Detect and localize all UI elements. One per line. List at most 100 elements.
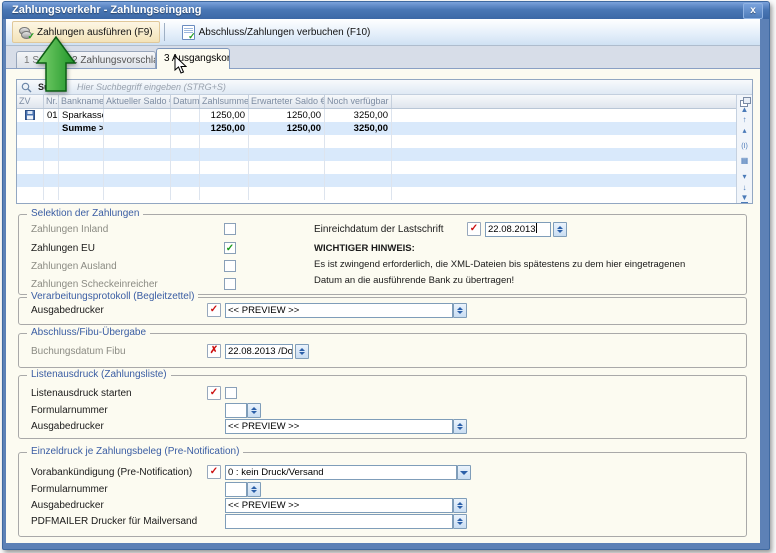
col-erwarteter-saldo[interactable]: Erwarteter Saldo € — [249, 95, 325, 108]
label-formularnummer-2: Formularnummer — [31, 484, 108, 495]
close-button[interactable]: x — [743, 3, 763, 19]
title-bar[interactable]: Zahlungsverkehr - Zahlungseingang x — [3, 2, 769, 19]
formularnummer-1-spinner[interactable] — [247, 403, 261, 418]
current-row-icon[interactable]: (I) — [741, 141, 748, 152]
row-up-icon[interactable]: ▴ — [742, 125, 746, 136]
cell-nr: 01 — [44, 109, 59, 122]
label-ausgabedrucker-3: Ausgabedrucker — [31, 500, 104, 511]
ausgabedrucker-1-spinner[interactable] — [453, 303, 467, 318]
table-sum-row[interactable]: Summe > 1250,00 1250,00 3250,00 — [17, 122, 736, 135]
label-vorabankuendigung: Vorabankündigung (Pre-Notification) — [31, 467, 192, 478]
checkbox-zahlungen-inland[interactable] — [224, 223, 236, 235]
empty-row[interactable] — [17, 148, 736, 161]
mouse-cursor — [174, 55, 187, 74]
col-datum[interactable]: Datum — [171, 95, 200, 108]
label-zahlungen-ausland: Zahlungen Ausland — [31, 261, 117, 272]
ausgabedrucker-1-toggle-icon[interactable]: ✓ — [207, 303, 221, 317]
book-payments-label: Abschluss/Zahlungen verbuchen (F10) — [199, 27, 371, 38]
cell-summe-erwarteter: 1250,00 — [249, 122, 325, 135]
table-header-row: ZV Nr. Bankname Aktueller Saldo € Datum … — [17, 95, 736, 109]
column-chooser-icon[interactable] — [740, 97, 750, 102]
label-zahlungen-eu: Zahlungen EU — [31, 243, 95, 254]
document-check-icon: ✓ — [182, 25, 195, 40]
listenausdruck-toggle-icon[interactable]: ✓ — [207, 386, 221, 400]
col-nr[interactable]: Nr. — [44, 95, 59, 108]
cell-aktueller-saldo — [104, 109, 171, 122]
ausgabedrucker-2-dropdown[interactable]: << PREVIEW >> — [225, 419, 453, 434]
group-listenausdruck-legend: Listenausdruck (Zahlungsliste) — [27, 369, 171, 380]
listenausdruck-checkbox[interactable] — [225, 387, 237, 399]
einreichdatum-toggle-icon[interactable]: ✓ — [467, 222, 481, 236]
formularnummer-2-field[interactable] — [225, 482, 247, 497]
vorabankuendigung-toggle-icon[interactable]: ✓ — [207, 465, 221, 479]
screenshot-canvas: { "window": { "title": "Zahlungsverkehr … — [0, 0, 776, 553]
cell-bankname: Sparkasse — [59, 109, 104, 122]
empty-row[interactable] — [17, 174, 736, 187]
group-listenausdruck: Listenausdruck (Zahlungsliste) Listenaus… — [18, 375, 747, 439]
cell-erwarteter-saldo: 1250,00 — [249, 109, 325, 122]
empty-row[interactable] — [17, 161, 736, 174]
buchungsdatum-toggle-icon[interactable]: ✗ — [207, 344, 221, 358]
group-selektion: Selektion der Zahlungen Zahlungen Inland… — [18, 214, 747, 295]
pdfmailer-spinner[interactable] — [453, 514, 467, 529]
formularnummer-2-spinner[interactable] — [247, 482, 261, 497]
table-search-bar[interactable]: Suche Hier Suchbegriff eingeben (STRG+S) — [17, 80, 752, 95]
vorabankuendigung-dropdown[interactable]: 0 : kein Druck/Versand — [225, 465, 457, 480]
checkbox-zahlungen-ausland[interactable] — [224, 260, 236, 272]
checkbox-zahlungen-scheckeinreicher[interactable] — [224, 278, 236, 290]
checkbox-zahlungen-eu[interactable]: ✓ — [224, 242, 236, 254]
hinweis-line2: Datum an die ausführende Bank zu übertra… — [314, 275, 514, 286]
formularnummer-1-field[interactable] — [225, 403, 247, 418]
summary-icon[interactable]: ▦ — [741, 155, 749, 166]
tab-strip: 1 Selektion 2 Zahlungsvorschlag 3 Ausgan… — [6, 46, 760, 69]
group-verarbeitungsprotokoll-legend: Verarbeitungsprotokoll (Begleitzettel) — [27, 291, 198, 302]
vorabankuendigung-dropdown-button[interactable] — [457, 465, 471, 480]
tab-ausgangskorb[interactable]: 3 Ausgangskorb — [156, 48, 230, 69]
hinweis-line1: Es ist zwingend erforderlich, die XML-Da… — [314, 259, 685, 270]
cell-summe-label: Summe > — [59, 122, 104, 135]
label-pdfmailer: PDFMAILER Drucker für Mailversand — [31, 516, 197, 527]
einreichdatum-field[interactable]: 22.08.2013 — [485, 222, 551, 237]
search-icon — [21, 82, 32, 93]
label-formularnummer-1: Formularnummer — [31, 405, 108, 416]
col-zv[interactable]: ZV — [17, 95, 44, 108]
green-arrow-overlay — [34, 34, 80, 94]
col-zahlsumme[interactable]: Zahlsumme € — [200, 95, 249, 108]
buchungsdatum-field[interactable]: 22.08.2013 /Do — [225, 344, 293, 359]
ausgabedrucker-1-dropdown[interactable]: << PREVIEW >> — [225, 303, 453, 318]
app-window: Zahlungsverkehr - Zahlungseingang x ✓ Za… — [2, 1, 770, 550]
toolbar-separator — [164, 23, 165, 41]
group-abschluss-legend: Abschluss/Fibu-Übergabe — [27, 327, 150, 338]
empty-row[interactable] — [17, 187, 736, 200]
table-nav-strip: ▲ ↑ ▴ (I) ▦ ▾ ↓ ▼ — [736, 95, 752, 203]
empty-row[interactable] — [17, 135, 736, 148]
ausgabedrucker-3-dropdown[interactable]: << PREVIEW >> — [225, 498, 453, 513]
label-einreichdatum: Einreichdatum der Lastschrift — [314, 224, 444, 235]
group-abschluss: Abschluss/Fibu-Übergabe Buchungsdatum Fi… — [18, 333, 747, 368]
col-bankname[interactable]: Bankname — [59, 95, 104, 108]
save-icon — [25, 110, 35, 120]
col-noch-verfuegbar[interactable]: Noch verfügbar € — [325, 95, 392, 108]
group-verarbeitungsprotokoll: Verarbeitungsprotokoll (Begleitzettel) A… — [18, 297, 747, 325]
bank-table: Suche Hier Suchbegriff eingeben (STRG+S)… — [16, 79, 753, 204]
group-selektion-legend: Selektion der Zahlungen — [27, 208, 143, 219]
cell-summe-zahlsumme: 1250,00 — [200, 122, 249, 135]
text-caret — [536, 223, 537, 233]
cell-noch-verfuegbar: 3250,00 — [325, 109, 392, 122]
ausgabedrucker-3-spinner[interactable] — [453, 498, 467, 513]
table-row[interactable]: 01 Sparkasse 1250,00 1250,00 3250,00 — [17, 109, 736, 122]
page-up-icon[interactable]: ↑ — [743, 114, 747, 125]
coins-icon: ✓ — [19, 26, 33, 39]
page-down-icon[interactable]: ↓ — [743, 182, 747, 193]
buchungsdatum-spinner[interactable] — [295, 344, 309, 359]
pdfmailer-dropdown[interactable] — [225, 514, 453, 529]
group-einzeldruck-legend: Einzeldruck je Zahlungsbeleg (Pre-Notifi… — [27, 446, 243, 457]
col-aktueller-saldo[interactable]: Aktueller Saldo € — [104, 95, 171, 108]
scroll-bottom-icon[interactable]: ▼ — [741, 193, 749, 203]
label-listenausdruck-starten: Listenausdruck starten — [31, 388, 132, 399]
client-area: ✓ Zahlungen ausführen (F9) ✓ Abschluss/Z… — [6, 19, 760, 543]
row-down-icon[interactable]: ▾ — [742, 171, 746, 182]
book-payments-button[interactable]: ✓ Abschluss/Zahlungen verbuchen (F10) — [175, 21, 378, 43]
einreichdatum-spinner[interactable] — [553, 222, 567, 237]
ausgabedrucker-2-spinner[interactable] — [453, 419, 467, 434]
